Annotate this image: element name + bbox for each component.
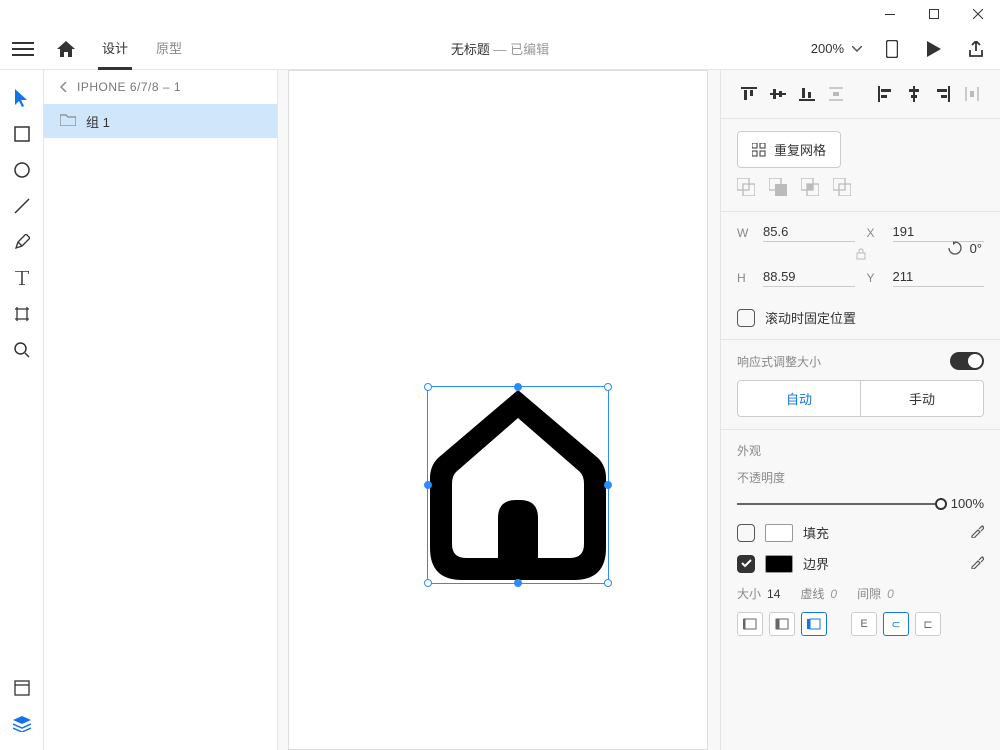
- opacity-slider[interactable]: [737, 503, 941, 505]
- rectangle-tool[interactable]: [6, 118, 38, 150]
- align-left-button[interactable]: [873, 82, 896, 106]
- align-bottom-button[interactable]: [795, 82, 818, 106]
- x-label: X: [867, 226, 881, 240]
- ellipse-tool[interactable]: [6, 154, 38, 186]
- share-button[interactable]: [964, 37, 988, 61]
- stroke-swatch[interactable]: [765, 555, 793, 573]
- device-preview-button[interactable]: [880, 37, 904, 61]
- lock-aspect-icon[interactable]: [856, 248, 866, 263]
- stroke-size-input[interactable]: 14: [767, 587, 780, 601]
- opacity-value[interactable]: 100%: [951, 496, 984, 511]
- layer-item[interactable]: 组 1: [44, 104, 277, 138]
- inspector-panel: 重复网格 W 85.6 X 191 H 88.59 Y: [720, 70, 1000, 750]
- cap-round-button[interactable]: ⊂: [883, 612, 909, 636]
- boolean-exclude-button[interactable]: [833, 178, 851, 199]
- boolean-add-button[interactable]: [737, 178, 755, 199]
- appearance-title: 外观: [737, 442, 984, 459]
- y-label: Y: [867, 271, 881, 285]
- stroke-dash-input[interactable]: 0: [830, 587, 837, 601]
- home-button[interactable]: [54, 37, 78, 61]
- assets-panel-button[interactable]: [6, 672, 38, 704]
- stroke-label: 边界: [803, 554, 829, 573]
- zoom-tool[interactable]: [6, 334, 38, 366]
- doc-status: — 已编辑: [494, 42, 550, 57]
- stroke-enable-checkbox[interactable]: [737, 555, 755, 573]
- align-hcenter-button[interactable]: [902, 82, 925, 106]
- chevron-left-icon: [60, 82, 67, 92]
- folder-icon: [60, 114, 76, 129]
- opacity-label: 不透明度: [737, 469, 984, 486]
- hamburger-menu[interactable]: [12, 42, 34, 56]
- select-tool[interactable]: [6, 82, 38, 114]
- line-tool[interactable]: [6, 190, 38, 222]
- stroke-align-center-button[interactable]: [769, 612, 795, 636]
- fill-label: 填充: [803, 523, 829, 542]
- responsive-auto-button[interactable]: 自动: [738, 381, 861, 416]
- close-button[interactable]: [956, 0, 1000, 28]
- tool-strip: [0, 70, 44, 750]
- chevron-down-icon: [852, 46, 862, 52]
- stroke-align-inner-button[interactable]: [737, 612, 763, 636]
- repeat-grid-label: 重复网格: [774, 140, 826, 159]
- canvas[interactable]: [278, 70, 720, 750]
- width-label: W: [737, 226, 751, 240]
- layer-name: 组 1: [86, 112, 110, 131]
- artboard-name: IPHONE 6/7/8 – 1: [77, 80, 181, 94]
- fill-eyedropper-icon[interactable]: [970, 524, 984, 541]
- tab-prototype[interactable]: 原型: [152, 28, 186, 70]
- fix-on-scroll-checkbox[interactable]: [737, 309, 755, 327]
- boolean-intersect-button[interactable]: [801, 178, 819, 199]
- app-menubar: 设计 原型 无标题 — 已编辑 200%: [0, 28, 1000, 70]
- layers-breadcrumb[interactable]: IPHONE 6/7/8 – 1: [44, 70, 277, 104]
- width-input[interactable]: 85.6: [763, 224, 855, 242]
- responsive-manual-button[interactable]: 手动: [861, 381, 983, 416]
- stroke-eyedropper-icon[interactable]: [970, 555, 984, 572]
- grid-icon: [752, 143, 766, 157]
- repeat-grid-button[interactable]: 重复网格: [737, 131, 841, 168]
- maximize-button[interactable]: [912, 0, 956, 28]
- house-shape[interactable]: [428, 388, 608, 583]
- responsive-toggle[interactable]: [950, 352, 984, 370]
- height-label: H: [737, 271, 751, 285]
- align-top-button[interactable]: [737, 82, 760, 106]
- y-input[interactable]: 211: [893, 269, 985, 287]
- play-preview-button[interactable]: [922, 37, 946, 61]
- fill-swatch[interactable]: [765, 524, 793, 542]
- height-input[interactable]: 88.59: [763, 269, 855, 287]
- window-titlebar: [0, 0, 1000, 28]
- distribute-h-button[interactable]: [961, 82, 984, 106]
- align-vcenter-button[interactable]: [766, 82, 789, 106]
- cap-butt-button[interactable]: E: [851, 612, 877, 636]
- minimize-button[interactable]: [868, 0, 912, 28]
- zoom-value: 200%: [811, 41, 844, 56]
- tab-design[interactable]: 设计: [98, 28, 132, 70]
- rotation-input[interactable]: 0°: [970, 241, 982, 258]
- layers-panel: IPHONE 6/7/8 – 1 组 1: [44, 70, 278, 750]
- rotate-icon[interactable]: [948, 241, 962, 258]
- fix-on-scroll-label: 滚动时固定位置: [765, 308, 856, 327]
- align-right-button[interactable]: [932, 82, 955, 106]
- text-tool[interactable]: [6, 262, 38, 294]
- artboard-tool[interactable]: [6, 298, 38, 330]
- stroke-gap-input[interactable]: 0: [887, 587, 894, 601]
- stroke-align-outer-button[interactable]: [801, 612, 827, 636]
- fill-enable-checkbox[interactable]: [737, 524, 755, 542]
- pen-tool[interactable]: [6, 226, 38, 258]
- doc-name: 无标题: [451, 42, 490, 57]
- boolean-subtract-button[interactable]: [769, 178, 787, 199]
- x-input[interactable]: 191: [893, 224, 985, 242]
- responsive-label: 响应式调整大小: [737, 353, 821, 370]
- layers-panel-button[interactable]: [6, 708, 38, 740]
- document-title: 无标题 — 已编辑: [451, 39, 549, 58]
- zoom-select[interactable]: 200%: [811, 41, 862, 56]
- cap-square-button[interactable]: ⊏: [915, 612, 941, 636]
- distribute-v-button[interactable]: [825, 82, 848, 106]
